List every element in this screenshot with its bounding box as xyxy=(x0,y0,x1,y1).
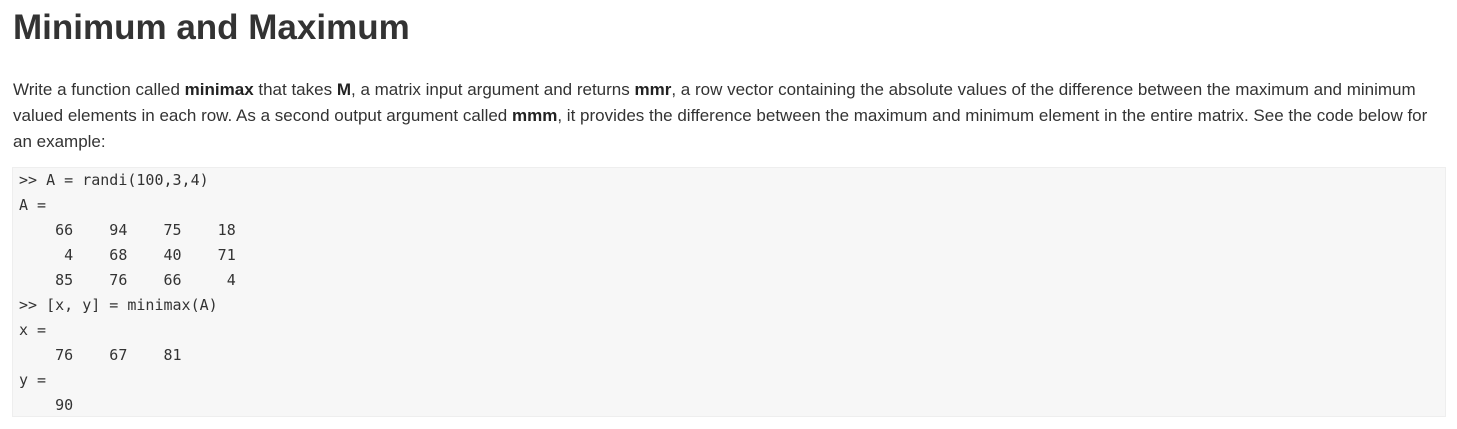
page: Minimum and Maximum Write a function cal… xyxy=(0,0,1457,429)
input-argument-name: M xyxy=(336,80,351,99)
function-name: minimax xyxy=(184,80,254,99)
first-output-name: mmr xyxy=(634,80,672,99)
problem-description: Write a function called minimax that tak… xyxy=(13,77,1433,155)
code-line: >> [x, y] = minimax(A) xyxy=(19,296,218,314)
description-text-3: , a matrix input argument and returns xyxy=(351,80,635,99)
second-output-name: mmm xyxy=(511,106,558,125)
code-line: >> A = randi(100,3,4) xyxy=(19,171,209,189)
code-line: x = xyxy=(19,321,47,339)
description-text-1: Write a function called xyxy=(13,80,185,99)
code-line: y = xyxy=(19,371,47,389)
code-line: 4 68 40 71 xyxy=(19,246,236,264)
page-title: Minimum and Maximum xyxy=(13,8,410,47)
code-line: A = xyxy=(19,196,47,214)
code-line: 66 94 75 18 xyxy=(19,221,236,239)
code-line: 90 xyxy=(19,396,74,414)
code-line: 85 76 66 4 xyxy=(19,271,236,289)
code-line: 76 67 81 xyxy=(19,346,182,364)
description-text-2: that takes xyxy=(253,80,337,99)
code-example-block[interactable]: >> A = randi(100,3,4) A = 66 94 75 18 4 … xyxy=(12,167,1446,417)
